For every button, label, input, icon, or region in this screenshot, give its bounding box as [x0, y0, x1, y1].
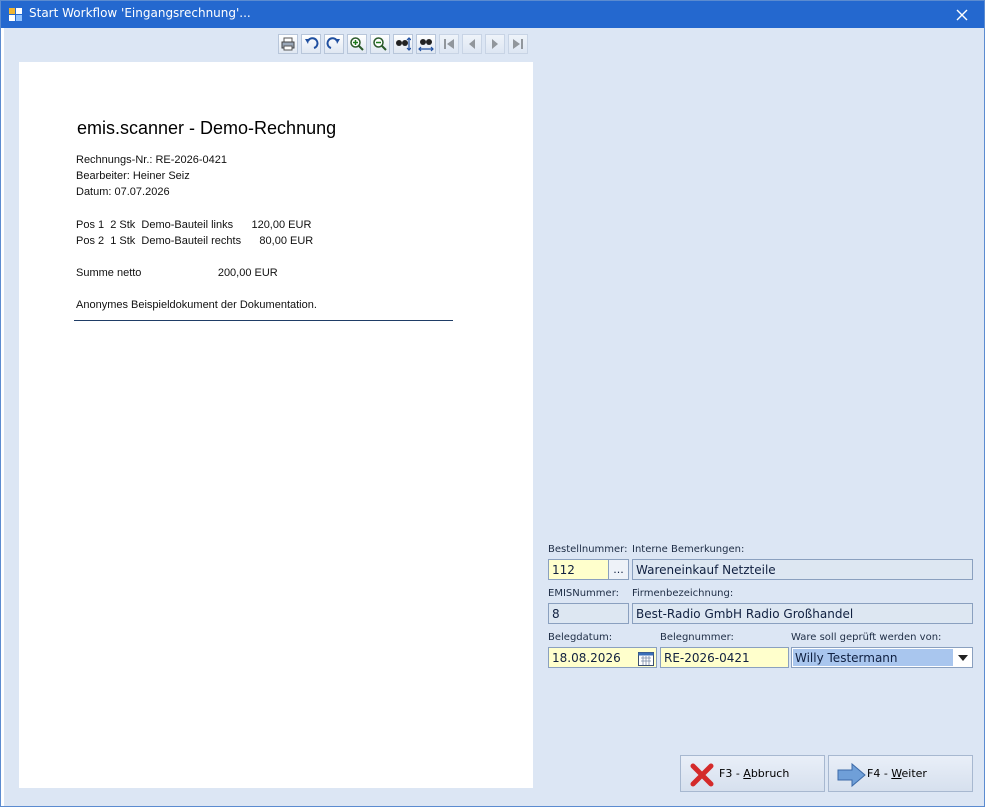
- rotate-right-icon: [326, 37, 340, 49]
- bestellnummer-label: Bestellnummer:: [548, 544, 628, 555]
- document-line: Pos 1 2 Stk Demo-Bauteil links 120,00 EU…: [76, 219, 312, 231]
- app-icon: [9, 8, 22, 21]
- left-border-strip: [1, 28, 4, 806]
- viewer-toolbar: [278, 34, 528, 54]
- document-preview[interactable]: emis.scanner - Demo-Rechnung Rechnungs-N…: [19, 62, 533, 788]
- last-page-button[interactable]: [508, 34, 528, 54]
- pruefer-selected-value: Willy Testermann: [793, 649, 953, 666]
- zoom-in-icon: [350, 37, 364, 51]
- workflow-dialog: Start Workflow 'Eingangsrechnung'... emi…: [0, 0, 985, 807]
- cancel-button[interactable]: F3 - Abbruch: [680, 755, 825, 792]
- first-page-button[interactable]: [439, 34, 459, 54]
- bemerkungen-label: Interne Bemerkungen:: [632, 544, 745, 555]
- calendar-button[interactable]: [636, 649, 656, 668]
- close-button[interactable]: [940, 1, 984, 28]
- document-line: Pos 2 1 Stk Demo-Bauteil rechts 80,00 EU…: [76, 235, 314, 247]
- next-button-label: F4 - Weiter: [867, 767, 927, 780]
- belegnummer-field[interactable]: RE-2026-0421: [660, 647, 789, 668]
- document-line: Bearbeiter: Heiner Seiz: [76, 170, 190, 182]
- zoom-out-icon: [373, 37, 387, 51]
- fit-width-button[interactable]: [416, 34, 436, 54]
- title-bar[interactable]: Start Workflow 'Eingangsrechnung'...: [1, 1, 984, 28]
- document-divider: [74, 320, 453, 321]
- belegnummer-label: Belegnummer:: [660, 632, 734, 643]
- zoom-in-button[interactable]: [347, 34, 367, 54]
- close-icon: [956, 9, 968, 20]
- cancel-x-icon: [690, 763, 714, 787]
- next-page-icon: [492, 39, 498, 49]
- document-line: Summe netto 200,00 EUR: [76, 267, 278, 279]
- fit-height-button[interactable]: [393, 34, 413, 54]
- arrow-right-icon: [837, 762, 866, 788]
- chevron-down-icon[interactable]: [958, 655, 968, 661]
- belegdatum-label: Belegdatum:: [548, 632, 613, 643]
- next-button[interactable]: F4 - Weiter: [828, 755, 973, 792]
- zoom-out-button[interactable]: [370, 34, 390, 54]
- emisnummer-field[interactable]: 8: [548, 603, 629, 624]
- document-line: Datum: 07.07.2026: [76, 186, 170, 198]
- firmenbezeichnung-field[interactable]: Best-Radio GmbH Radio Großhandel: [632, 603, 973, 624]
- bestellnummer-field[interactable]: 112: [548, 559, 609, 580]
- print-button[interactable]: [278, 34, 298, 54]
- document-line: Rechnungs-Nr.: RE-2026-0421: [76, 154, 228, 166]
- previous-page-icon: [469, 39, 475, 49]
- rotate-left-icon: [305, 37, 319, 49]
- first-page-icon: [444, 39, 454, 49]
- fit-height-icon: [396, 37, 411, 51]
- firmenbezeichnung-label: Firmenbezeichnung:: [632, 588, 734, 599]
- document-title: emis.scanner - Demo-Rechnung: [77, 118, 337, 138]
- window-title: Start Workflow 'Eingangsrechnung'...: [29, 6, 251, 20]
- document-line: Anonymes Beispieldokument der Dokumentat…: [76, 299, 317, 311]
- pruefer-select[interactable]: Willy Testermann: [791, 647, 973, 668]
- rotate-left-button[interactable]: [301, 34, 321, 54]
- pruefer-label: Ware soll geprüft werden von:: [791, 632, 942, 643]
- previous-page-button[interactable]: [462, 34, 482, 54]
- last-page-icon: [513, 39, 523, 49]
- bestellnummer-lookup-button[interactable]: ...: [608, 559, 629, 580]
- rotate-right-button[interactable]: [324, 34, 344, 54]
- calendar-icon: [638, 651, 654, 666]
- emisnummer-label: EMISNummer:: [548, 588, 620, 599]
- next-page-button[interactable]: [485, 34, 505, 54]
- cancel-button-label: F3 - Abbruch: [719, 767, 790, 780]
- print-icon: [281, 37, 295, 51]
- fit-width-icon: [418, 39, 434, 52]
- bemerkungen-field[interactable]: Wareneinkauf Netzteile: [632, 559, 973, 580]
